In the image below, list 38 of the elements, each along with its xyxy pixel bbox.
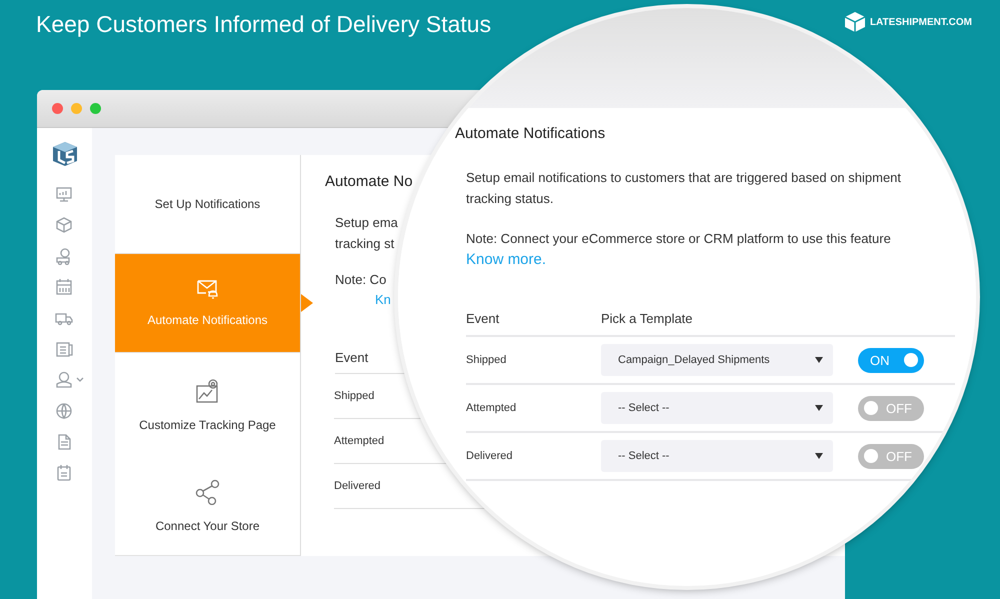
headline: Keep Customers Informed of Delivery Status	[36, 10, 492, 38]
column-header: Pick a Template	[601, 311, 694, 326]
close-button[interactable]	[52, 103, 63, 114]
event-name: Attempted	[466, 402, 518, 414]
description-text: Setup ema	[335, 214, 398, 232]
invoice-icon[interactable]	[54, 464, 72, 482]
share-icon	[194, 479, 220, 506]
nav-item[interactable]: Connect Your Store	[115, 457, 300, 556]
nav-item[interactable]: Customize Tracking Page	[115, 352, 300, 458]
map-pin-icon	[194, 378, 220, 404]
template-dropdown[interactable]: Campaign_Delayed Shipments	[601, 344, 833, 376]
calendar-icon[interactable]	[54, 278, 72, 296]
template-dropdown[interactable]: -- Select --	[601, 440, 833, 472]
caret-icon	[815, 405, 823, 411]
globe-icon[interactable]	[54, 402, 72, 420]
mail-bell-icon	[196, 278, 218, 299]
chevron-down-icon[interactable]	[76, 377, 84, 383]
caret-icon	[815, 357, 823, 363]
monitor-icon[interactable]	[54, 185, 72, 203]
pointer-arrow	[301, 294, 313, 312]
template-dropdown[interactable]: -- Select --	[601, 392, 833, 424]
column-header: Event	[466, 311, 500, 326]
zoom-button[interactable]	[90, 103, 101, 114]
note-text: Note: Co	[335, 272, 386, 287]
description-text: Setup email notifications to customers that are triggered based on shipment tracking status.	[466, 169, 902, 208]
caret-icon	[815, 453, 823, 459]
app-logo-icon[interactable]	[50, 140, 78, 168]
brand-name: LATESHIPMENT.COM	[870, 16, 972, 28]
minimize-button[interactable]	[71, 103, 82, 114]
report-icon[interactable]	[54, 340, 72, 358]
note-text: Note: Connect your eCommerce store or CRM platform to use this feature	[466, 231, 892, 246]
logo-icon	[844, 11, 866, 33]
description-text: tracking st	[335, 235, 394, 253]
panel-title: Automate Notifications	[455, 125, 606, 142]
event-name: Shipped	[466, 354, 508, 366]
box-icon[interactable]	[54, 216, 72, 234]
event-name: Delivered	[466, 450, 514, 462]
panel-title: Automate No	[325, 173, 413, 190]
